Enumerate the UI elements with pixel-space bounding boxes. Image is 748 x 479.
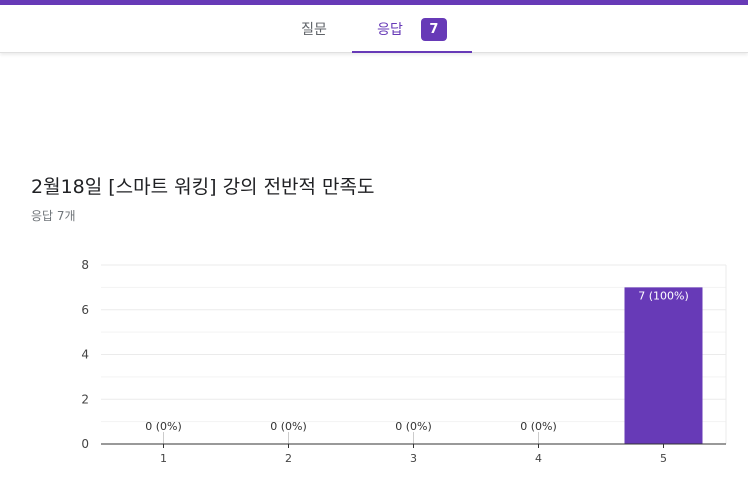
tab-questions[interactable]: 질문 bbox=[290, 5, 338, 53]
y-tick-label: 2 bbox=[81, 392, 89, 406]
data-label: 0 (0%) bbox=[395, 420, 432, 433]
y-tick-label: 8 bbox=[81, 258, 89, 272]
y-tick-label: 4 bbox=[81, 348, 89, 362]
data-label: 0 (0%) bbox=[270, 420, 307, 433]
question-title: 2월18일 [스마트 워킹] 강의 전반적 만족도 bbox=[31, 176, 375, 198]
tab-responses[interactable]: 응답 7 bbox=[352, 5, 472, 53]
data-label: 7 (100%) bbox=[638, 289, 689, 302]
tab-bar: 질문 응답 7 bbox=[0, 5, 748, 53]
bar-chart: 0 2 4 6 8 0 (0%) 1 0 (0%) 2 0 (0%) 3 0 (0%) 4 7 (100%… bbox=[81, 258, 727, 465]
response-count: 응답 7개 bbox=[31, 209, 76, 223]
x-tick-label: 2 bbox=[285, 452, 292, 465]
x-tick-label: 4 bbox=[535, 452, 542, 465]
tab-responses-label: 응답 bbox=[377, 22, 403, 38]
x-tick-label: 1 bbox=[160, 452, 167, 465]
responses-count-badge: 7 bbox=[420, 17, 447, 41]
bar-5 bbox=[624, 287, 703, 444]
data-label: 0 (0%) bbox=[520, 420, 557, 433]
x-tick-label: 5 bbox=[660, 452, 667, 465]
active-tab-indicator bbox=[352, 51, 472, 53]
x-tick-label: 3 bbox=[410, 452, 417, 465]
tab-questions-label: 질문 bbox=[301, 22, 327, 38]
y-tick-label: 6 bbox=[81, 303, 89, 317]
y-tick-label: 0 bbox=[81, 437, 89, 451]
data-label: 0 (0%) bbox=[145, 420, 182, 433]
